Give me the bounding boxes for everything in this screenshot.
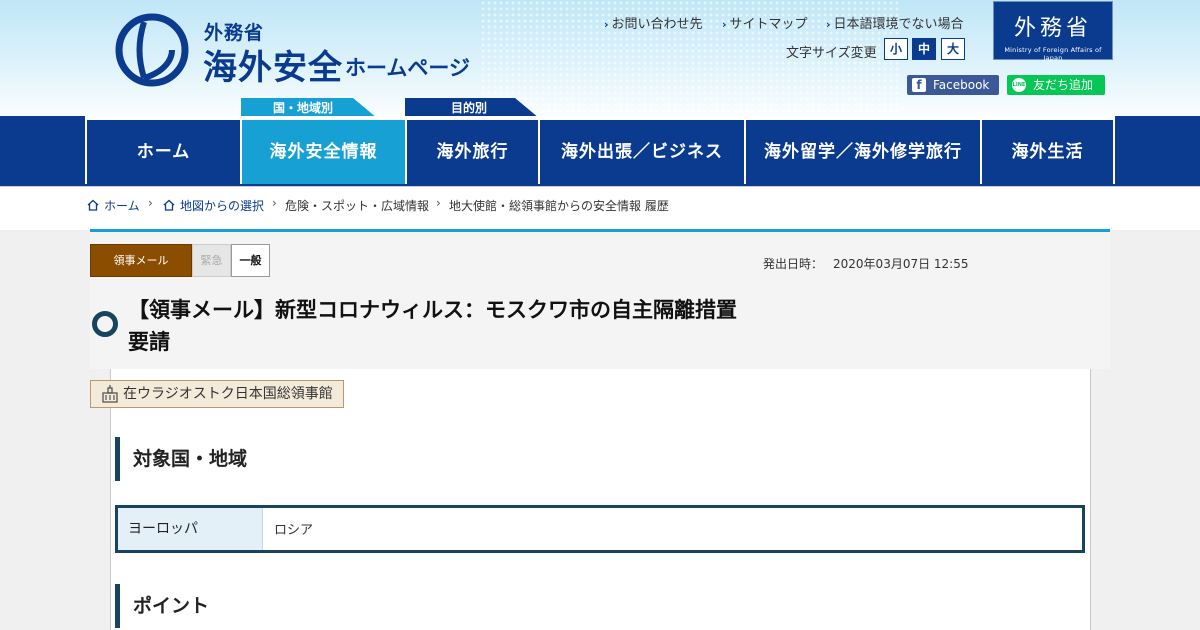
issuing-office-badge: 在ウラジオストク日本国総領事館: [90, 380, 344, 408]
tag-urgent: 緊急: [192, 244, 231, 277]
logo-title[interactable]: 海外安全: [203, 40, 343, 89]
issued-value: 2020年03月07日 12:55: [833, 257, 969, 271]
nav-item-business[interactable]: 海外出張／ビジネス: [538, 120, 744, 184]
site-logo-icon[interactable]: [114, 12, 190, 88]
line-icon: LINE: [1012, 78, 1026, 92]
issuing-office-name: 在ウラジオストク日本国総領事館: [123, 386, 333, 402]
region-table-value: ロシア: [274, 523, 314, 538]
font-size-large-button[interactable]: 大: [941, 38, 965, 60]
chevron-right-icon: ›: [826, 18, 831, 31]
home-icon: [163, 199, 175, 211]
font-size-label: 文字サイズ変更: [786, 46, 877, 61]
article-content-panel: [110, 369, 1091, 630]
facebook-icon: f: [912, 78, 926, 92]
main-nav: ホーム 海外安全情報 海外旅行 海外出張／ビジネス 海外留学／海外修学旅行 海外…: [0, 116, 1200, 186]
breadcrumb-current: 地大使館・総領事館からの安全情報 履歴: [449, 199, 669, 213]
font-size-medium-button[interactable]: 中: [912, 38, 936, 60]
logo-subtitle[interactable]: ホームページ: [345, 52, 470, 82]
breadcrumb-separator: ›: [436, 196, 441, 210]
tab-by-country[interactable]: 国・地域別: [241, 98, 377, 118]
tag-consular-mail: 領事メール: [90, 244, 192, 277]
font-size-small-button[interactable]: 小: [884, 38, 908, 60]
section-heading-target-region: 対象国・地域: [115, 437, 247, 481]
breadcrumb: ホーム › 地図からの選択 › 危険・スポット・広域情報 › 地大使館・総領事館…: [0, 186, 1200, 230]
nav-item-living[interactable]: 海外生活: [980, 120, 1115, 184]
region-table: ヨーロッパ ロシア: [115, 505, 1085, 553]
nav-item-travel[interactable]: 海外旅行: [405, 120, 538, 184]
page-title: 【領事メール】新型コロナウィルス：モスクワ市の自主隔離措置 要請: [128, 298, 737, 354]
line-add-friend-button[interactable]: LINE 友だち追加: [1007, 75, 1105, 95]
nav-item-study[interactable]: 海外留学／海外修学旅行: [744, 120, 980, 184]
nav-item-safety-info[interactable]: 海外安全情報: [240, 120, 405, 184]
facebook-label: Facebook: [933, 78, 990, 92]
breadcrumb-danger-info: 危険・スポット・広域情報: [285, 199, 430, 213]
building-icon: [102, 385, 118, 403]
site-header: 外務省 海外安全 ホームページ › お問い合わせ先 › サイトマップ › 日本語環境で…: [0, 0, 1200, 122]
article-header: 領事メール 緊急 一般 発出日時： 2020年03月07日 12:55 【領事メー…: [90, 229, 1110, 369]
nav-item-home[interactable]: ホーム: [85, 120, 240, 184]
non-japanese-env-link[interactable]: › 日本語環境でない場合: [826, 13, 964, 32]
contact-link[interactable]: › お問い合わせ先: [604, 13, 703, 32]
breadcrumb-separator: ›: [272, 196, 277, 210]
home-icon: [87, 199, 99, 211]
mofa-logo-kanji: 外務省: [1013, 16, 1092, 41]
breadcrumb-map[interactable]: 地図からの選択: [163, 197, 264, 214]
line-label: 友だち追加: [1033, 78, 1094, 92]
title-ring-icon: [92, 311, 118, 337]
mofa-logo-link[interactable]: 外務省 Ministry of Foreign Affairs of Japan: [993, 1, 1113, 62]
issued-datetime: 発出日時： 2020年03月07日 12:55: [763, 255, 969, 272]
issued-label: 発出日時：: [763, 257, 824, 271]
mofa-logo-english: Ministry of Foreign Affairs of Japan: [1004, 46, 1102, 62]
chevron-right-icon: ›: [604, 18, 609, 31]
region-table-header: ヨーロッパ: [118, 508, 263, 550]
section-heading-point: ポイント: [115, 584, 209, 628]
facebook-button[interactable]: f Facebook: [907, 75, 999, 95]
chevron-right-icon: ›: [722, 18, 727, 31]
sitemap-link[interactable]: › サイトマップ: [722, 13, 808, 32]
breadcrumb-home[interactable]: ホーム: [87, 197, 140, 214]
main-nav-inner: ホーム 海外安全情報 海外旅行 海外出張／ビジネス 海外留学／海外修学旅行 海外…: [85, 116, 1115, 184]
breadcrumb-separator: ›: [148, 196, 153, 210]
tag-general: 一般: [231, 244, 270, 277]
